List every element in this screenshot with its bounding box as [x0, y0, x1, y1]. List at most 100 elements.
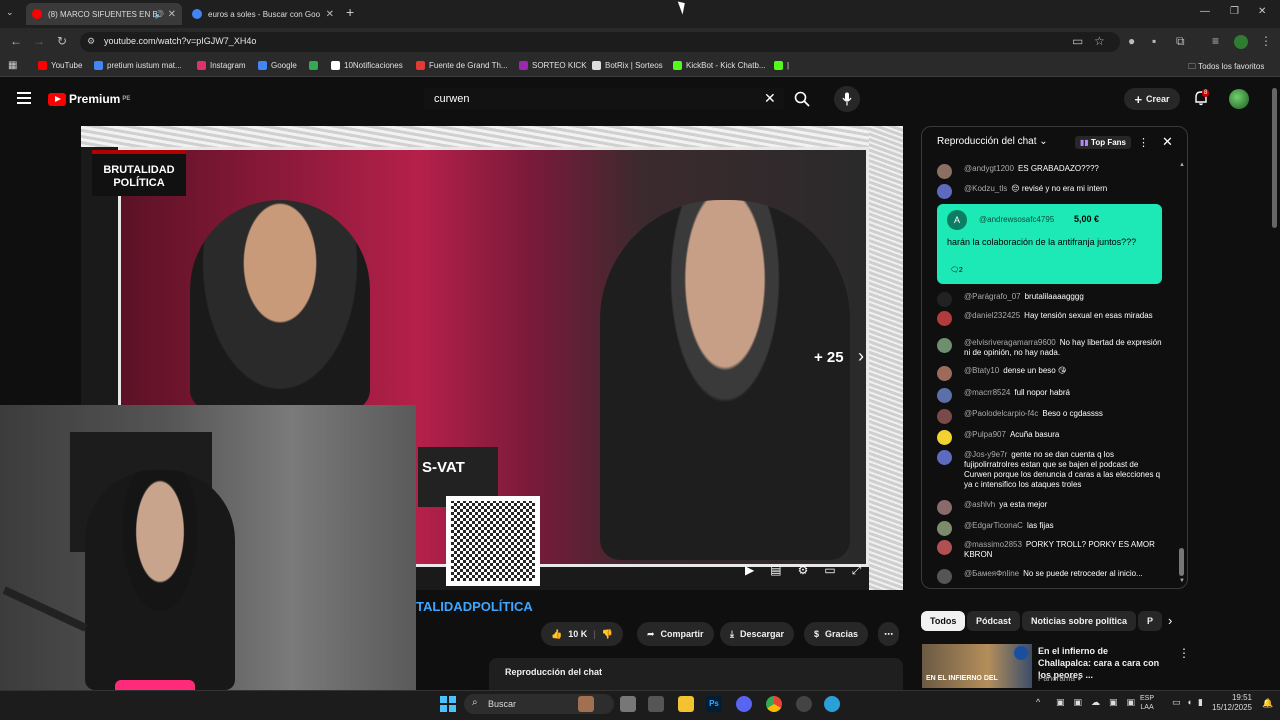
- chat-message[interactable]: @daniel232425 Hay tensión sexual en esas …: [937, 311, 1167, 326]
- bookmark-item[interactable]: pretium iustum mat...: [94, 61, 182, 70]
- thumbs-down-icon[interactable]: 👎: [602, 629, 613, 640]
- close-icon[interactable]: ✕: [326, 9, 334, 20]
- tab-youtube[interactable]: (8) MARCO SIFUENTES EN B 🔊 ✕: [26, 3, 182, 25]
- forward-icon[interactable]: →: [33, 34, 45, 48]
- bookmark-item[interactable]: Fuente de Grand Th...: [416, 61, 508, 70]
- widget-icon[interactable]: [578, 696, 594, 712]
- bookmark-item[interactable]: YouTube: [38, 61, 82, 70]
- chat-message[interactable]: @Btaty10 dense un beso 😘: [937, 366, 1167, 381]
- create-button[interactable]: + Crear: [1124, 88, 1180, 110]
- profile-avatar[interactable]: [1234, 35, 1248, 49]
- bookmark-item[interactable]: |: [774, 61, 789, 70]
- fullscreen-icon[interactable]: ⤢: [852, 563, 862, 578]
- app-icon[interactable]: [824, 696, 840, 712]
- chips-next-icon[interactable]: ›: [1168, 613, 1172, 628]
- network-volume-icons[interactable]: ▭◖▮: [1172, 697, 1209, 708]
- more-options-icon[interactable]: ⋮: [1178, 646, 1190, 660]
- theater-mode-icon[interactable]: ▭: [824, 563, 835, 578]
- close-icon[interactable]: ✕: [168, 9, 176, 20]
- chat-mode-dropdown[interactable]: Reproducción del chat ⌄: [937, 136, 1048, 147]
- back-icon[interactable]: ←: [10, 34, 22, 48]
- chat-close-icon[interactable]: ✕: [1162, 134, 1173, 150]
- filter-chip[interactable]: Todos: [921, 611, 966, 631]
- site-info-icon[interactable]: ⚙: [87, 36, 95, 47]
- bookmark-item[interactable]: BotRix | Sorteos: [592, 61, 663, 70]
- chat-message[interactable]: @elvisriveragamarra9600 No hay libertad d…: [937, 338, 1167, 358]
- filter-chip[interactable]: Noticias sobre política: [1022, 611, 1137, 631]
- share-button[interactable]: ➦ Compartir: [637, 622, 714, 646]
- filter-chip[interactable]: P: [1138, 611, 1163, 631]
- filter-chip[interactable]: Pódcast: [967, 611, 1021, 631]
- youtube-logo[interactable]: Premium PE: [48, 92, 130, 106]
- bookmark-item[interactable]: 10Notificaciones: [331, 61, 403, 70]
- scroll-up-icon[interactable]: ▲: [1179, 162, 1185, 168]
- tab-list-icon[interactable]: ⌄: [6, 7, 14, 18]
- bookmark-item[interactable]: Instagram: [197, 61, 246, 70]
- window-close-button[interactable]: ✕: [1258, 6, 1266, 17]
- browser-menu-icon[interactable]: ⋮: [1260, 34, 1272, 48]
- voice-search-button[interactable]: [834, 86, 860, 112]
- search-button[interactable]: [788, 86, 816, 112]
- tray-icons[interactable]: ▣▣☁▣▣: [1056, 697, 1144, 708]
- autoplay-icon[interactable]: ▶: [745, 563, 754, 578]
- audio-icon[interactable]: 🔊: [154, 10, 164, 19]
- cast-icon[interactable]: ▭: [1072, 34, 1083, 48]
- download-button[interactable]: ⤓ Descargar: [720, 622, 795, 646]
- chat-message[interactable]: @Jos-y9e7r gente no se dan cuenta q los f…: [937, 450, 1167, 490]
- reply-count[interactable]: 🗨2: [950, 266, 963, 274]
- chevron-right-icon[interactable]: ›: [858, 346, 864, 367]
- all-favorites-folder[interactable]: 🗀 Todos los favoritos: [1188, 61, 1264, 75]
- photoshop-icon[interactable]: Ps: [706, 696, 722, 712]
- task-view-icon[interactable]: [620, 696, 636, 712]
- maximize-button[interactable]: ❐: [1230, 6, 1239, 17]
- bookmark-item[interactable]: Google: [258, 61, 297, 70]
- tab-google[interactable]: euros a soles - Buscar con Goo ✕: [186, 3, 340, 25]
- clear-search-icon[interactable]: ✕: [764, 90, 776, 107]
- menu-icon[interactable]: [17, 92, 31, 104]
- scroll-down-icon[interactable]: ▼: [1179, 578, 1185, 584]
- chat-message[interactable]: @Parágrafo_07 brutalilaaaagggg: [937, 292, 1167, 307]
- chat-message[interactable]: @Pulpa907 Acuña basura: [937, 430, 1167, 445]
- recommendation-channel[interactable]: Panorama ✔: [1038, 674, 1084, 683]
- extensions-puzzle-icon[interactable]: ⧉: [1176, 34, 1185, 49]
- more-items-count[interactable]: + 25: [814, 349, 844, 366]
- chat-scrollbar[interactable]: [1179, 548, 1184, 576]
- notification-center-icon[interactable]: 🔔: [1262, 698, 1273, 709]
- user-avatar[interactable]: [1229, 89, 1249, 109]
- chat-more-icon[interactable]: ⋮: [1138, 136, 1149, 149]
- discord-icon[interactable]: [736, 696, 752, 712]
- chat-message[interactable]: @Paolodelcarpio-f4c Beso o cgdassss: [937, 409, 1167, 424]
- bookmark-item[interactable]: [309, 61, 322, 70]
- more-actions-button[interactable]: ⋯: [878, 622, 899, 646]
- apps-grid-icon[interactable]: ▦: [8, 60, 17, 71]
- language-indicator[interactable]: ESP LAA: [1140, 694, 1154, 712]
- chat-message[interactable]: @macrr8524 full nopor habrá: [937, 388, 1167, 403]
- subtitles-icon[interactable]: ▤: [770, 563, 781, 578]
- new-tab-button[interactable]: +: [346, 4, 354, 20]
- minimize-button[interactable]: —: [1200, 6, 1210, 17]
- page-scrollbar[interactable]: [1272, 88, 1277, 228]
- bookmark-item[interactable]: KickBot - Kick Chatb...: [673, 61, 766, 70]
- windows-start-icon[interactable]: [440, 696, 456, 712]
- bookmark-star-icon[interactable]: ☆: [1094, 34, 1105, 48]
- extension-icon[interactable]: ▪: [1152, 34, 1156, 48]
- chat-message[interactable]: @БамeяФnline No se puede retroceder al in…: [937, 569, 1167, 584]
- chrome-icon[interactable]: [766, 696, 782, 712]
- clock[interactable]: 19:51 15/12/2025: [1208, 693, 1252, 713]
- bookmark-item[interactable]: SORTEO KICK: [519, 61, 587, 70]
- url-text[interactable]: youtube.com/watch?v=pIGJW7_XH4o: [104, 36, 256, 46]
- app-icon[interactable]: [648, 696, 664, 712]
- chat-message[interactable]: @ashlvh ya esta mejor: [937, 500, 1167, 515]
- extension-icon[interactable]: ●: [1128, 34, 1135, 48]
- chat-message[interactable]: @Kodzu_tls 😔 revisé y no era mi intern: [937, 184, 1167, 199]
- top-fans-button[interactable]: ▮▮ Top Fans: [1075, 136, 1132, 149]
- thanks-button[interactable]: $ Gracias: [804, 622, 869, 646]
- search-input[interactable]: curwen: [424, 88, 784, 110]
- reading-list-icon[interactable]: ≡: [1212, 34, 1219, 48]
- chat-message[interactable]: @massimo2853 PORKY TROLL? PORKY ES AMOR K…: [937, 540, 1167, 560]
- like-button[interactable]: 👍 10 K | 👎: [541, 622, 623, 646]
- settings-gear-icon[interactable]: ⚙: [798, 563, 809, 578]
- obs-icon[interactable]: [796, 696, 812, 712]
- tray-chevron-icon[interactable]: ^: [1036, 697, 1040, 707]
- reload-icon[interactable]: ↻: [57, 34, 67, 48]
